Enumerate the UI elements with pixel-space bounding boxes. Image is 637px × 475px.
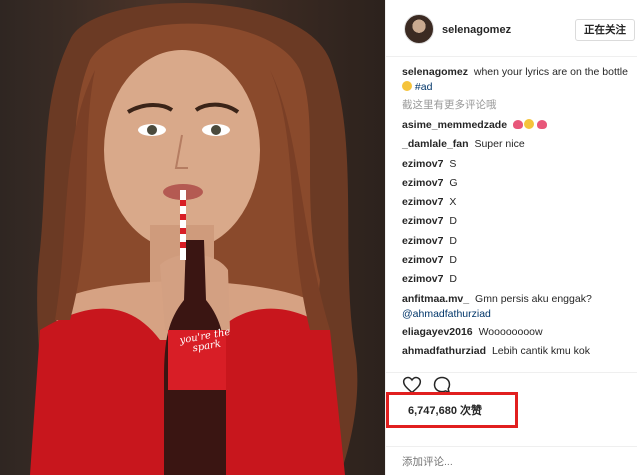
following-button[interactable]: 正在关注 xyxy=(575,19,635,41)
comment-username[interactable]: asime_memmedzade xyxy=(402,119,507,131)
comment-username[interactable]: eliagayev2016 xyxy=(402,326,473,338)
comment-username[interactable]: ezimov7 xyxy=(402,235,443,247)
heart-emoji-icon xyxy=(512,120,523,129)
comment-text: D xyxy=(449,215,457,228)
comment-username[interactable]: ezimov7 xyxy=(402,254,443,266)
comment-username[interactable]: ezimov7 xyxy=(402,215,443,227)
comment-username[interactable]: ezimov7 xyxy=(402,177,443,189)
comment-text: Super nice xyxy=(474,138,525,151)
comment-list: selenagomez when your lyrics are on the … xyxy=(402,65,634,363)
avatar[interactable] xyxy=(404,14,434,44)
post-header: selenagomez 正在关注 xyxy=(386,0,637,57)
comment-row: ezimov7 D xyxy=(402,253,634,272)
comment-mention[interactable]: @ahmadfathurziad xyxy=(402,308,491,320)
comment-row: ezimov7 D xyxy=(402,214,634,233)
comment-text: Gmn persis aku enggak? xyxy=(475,292,592,305)
comment-row: ezimov7 S xyxy=(402,157,634,176)
comment-username[interactable]: ezimov7 xyxy=(402,196,443,208)
comment-row: ahmadfathurziad Lebih cantik kmu kok xyxy=(402,344,634,363)
comment-row: ezimov7 G xyxy=(402,176,634,195)
add-comment-bar xyxy=(386,446,637,475)
comment-username[interactable]: ezimov7 xyxy=(402,158,443,170)
comment-username[interactable]: _damlale_fan xyxy=(402,138,469,150)
post-photo[interactable]: you're the spark xyxy=(0,0,385,475)
comment-row: asime_memmedzade xyxy=(402,118,634,137)
caption-text: when your lyrics are on the bottle xyxy=(473,66,628,78)
add-comment-input[interactable] xyxy=(402,455,602,469)
load-more-comments[interactable]: 截这里有更多评论哦 xyxy=(402,98,634,113)
comment-text: D xyxy=(449,234,457,247)
comment-text: D xyxy=(449,273,457,286)
comment-text: X xyxy=(449,196,457,209)
like-count[interactable]: 6,747,680 次赞 xyxy=(408,402,482,418)
comment-row: ezimov7 D xyxy=(402,272,634,291)
caption-hashtag[interactable]: #ad xyxy=(415,81,433,93)
header-username[interactable]: selenagomez xyxy=(442,24,511,36)
smile-emoji-icon xyxy=(523,119,534,129)
comment-text: G xyxy=(449,176,458,189)
comment-text: D xyxy=(449,254,457,267)
comment-row: anfitmaa.mv_ Gmn persis aku enggak? @ahm… xyxy=(402,292,634,322)
caption-username[interactable]: selenagomez xyxy=(402,66,468,78)
comment-username[interactable]: ahmadfathurziad xyxy=(402,345,486,357)
comment-username[interactable]: ezimov7 xyxy=(402,273,443,285)
comment-row: ezimov7 X xyxy=(402,195,634,214)
comment-text: Lebih cantik kmu kok xyxy=(491,344,590,357)
comment-row: eliagayev2016 Woooooooow xyxy=(402,325,634,344)
caption: selenagomez when your lyrics are on the … xyxy=(402,65,634,95)
comment-text: S xyxy=(449,157,457,170)
photo-illustration xyxy=(30,2,358,475)
instagram-post-window: you're the spark selenagomez 正在关注 selena… xyxy=(0,0,637,475)
comment-row: _damlale_fan Super nice xyxy=(402,137,634,156)
smile-emoji-icon xyxy=(402,81,412,91)
comment-row: ezimov7 D xyxy=(402,234,634,253)
heart-emoji-icon xyxy=(536,120,547,129)
comment-text: Woooooooow xyxy=(478,325,543,338)
post-sidebar: selenagomez 正在关注 selenagomez when your l… xyxy=(385,0,637,475)
comment-username[interactable]: anfitmaa.mv_ xyxy=(402,293,469,305)
